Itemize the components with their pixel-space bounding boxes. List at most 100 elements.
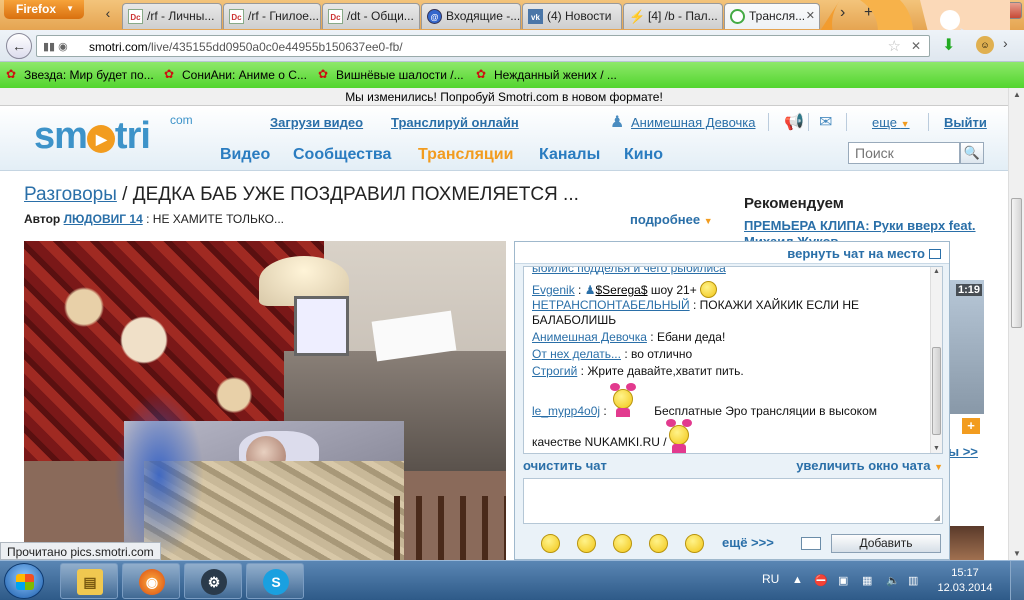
- search-icon[interactable]: 🔍: [960, 142, 984, 164]
- site-identity-icon[interactable]: ▮▮ ◉: [43, 40, 68, 53]
- tab-vk-news[interactable]: vk (4) Новости: [522, 3, 622, 29]
- system-clock[interactable]: 15:17 12.03.2014: [930, 566, 1000, 596]
- bookmark-star-icon[interactable]: ☆: [888, 37, 901, 55]
- details-toggle[interactable]: подробнее ▼: [630, 212, 713, 227]
- device-icon[interactable]: ▦: [862, 574, 872, 587]
- recommend-more-link[interactable]: ы >>: [948, 444, 978, 459]
- url-bar[interactable]: ▮▮ ◉ smotri.com/live/435155dd0950a0c0e44…: [36, 35, 930, 57]
- username-link[interactable]: Анимешная Девочка: [631, 115, 755, 130]
- user-profile-icon: ♟: [610, 114, 625, 131]
- bookmark-item[interactable]: ✿ Вишнёвые шалости /...: [318, 67, 464, 82]
- clipboard-icon[interactable]: ▣: [838, 574, 848, 587]
- live-video-player[interactable]: [24, 241, 506, 560]
- bookmark-item[interactable]: ✿ Нежданный жених / ...: [476, 67, 617, 82]
- show-hidden-icons-icon[interactable]: ▲: [792, 574, 803, 586]
- nav-cinema[interactable]: Кино: [624, 146, 663, 164]
- search-input[interactable]: [848, 142, 960, 164]
- folder-icon: ▤: [77, 569, 103, 595]
- recommend-link[interactable]: ПРЕМЬЕРА КЛИПА: Руки вверх feat. Михаил …: [744, 218, 994, 242]
- chat-message-text: во отлично: [631, 347, 693, 361]
- nav-channels[interactable]: Каналы: [539, 146, 600, 164]
- taskbar-skype[interactable]: S: [246, 563, 304, 599]
- megaphone-icon[interactable]: 📢: [784, 112, 804, 132]
- chat-message-text: Бесплатные Эро трансляции в высоком: [654, 404, 877, 418]
- dc-favicon-icon: Dc: [128, 9, 143, 24]
- firefox-menu-button[interactable]: Firefox ▼: [4, 0, 84, 19]
- clear-chat-link[interactable]: очистить чат: [523, 458, 607, 473]
- smotri-logo[interactable]: sm ▶ tri com: [34, 113, 193, 158]
- tab-dt-general[interactable]: Dc /dt - Общи...: [322, 3, 420, 29]
- upload-video-link[interactable]: Загрузи видео: [270, 115, 363, 130]
- bookmark-item[interactable]: ✿ Звезда: Мир будет по...: [6, 67, 154, 82]
- nav-communities[interactable]: Сообщества: [293, 146, 391, 164]
- chat-username[interactable]: Анимешная Девочка: [532, 330, 647, 344]
- page-scrollbar[interactable]: ▲ ▼: [1008, 88, 1024, 560]
- start-button[interactable]: [4, 563, 44, 599]
- taskbar-explorer[interactable]: ▤: [60, 563, 118, 599]
- recommend-thumbnail[interactable]: 1:19: [948, 280, 984, 414]
- chat-username[interactable]: От нех делать...: [532, 347, 621, 361]
- scroll-down-icon[interactable]: ▼: [933, 445, 940, 452]
- toolbar-overflow-icon[interactable]: ›: [1003, 35, 1008, 51]
- chat-username[interactable]: Evgenik: [532, 283, 575, 297]
- scroll-up-icon[interactable]: ▲: [933, 268, 940, 275]
- smiley-cool-icon[interactable]: [541, 534, 560, 553]
- scrollbar-thumb[interactable]: [1011, 198, 1022, 328]
- broadcast-online-link[interactable]: Транслируй онлайн: [391, 115, 519, 130]
- chat-log[interactable]: ыбилис подделья и чего рыбилиса Evgenik …: [523, 266, 943, 454]
- page-title: Разговоры / ДЕДКА БАБ УЖЕ ПОЗДРАВИЛ ПОХМ…: [24, 184, 579, 206]
- resize-grip-icon[interactable]: ◢: [934, 513, 940, 522]
- chat-username[interactable]: НЕТРАНСПОНТАБЕЛЬНЫЙ: [532, 298, 690, 312]
- restore-chat-button[interactable]: вернуть чат на место: [787, 246, 941, 261]
- add-message-button[interactable]: Добавить: [831, 534, 941, 553]
- category-link[interactable]: Разговоры: [24, 184, 117, 205]
- taskbar-steam[interactable]: ⚙: [184, 563, 242, 599]
- tab-b-board[interactable]: ⚡ [4] /b - Пал...: [623, 3, 723, 29]
- logout-link[interactable]: Выйти: [944, 115, 987, 130]
- back-arrow-icon[interactable]: ←: [6, 33, 32, 59]
- more-menu-link[interactable]: еще ▼: [872, 115, 910, 130]
- network-icon[interactable]: ▥: [908, 574, 918, 587]
- download-arrow-icon[interactable]: ⬇: [942, 35, 955, 55]
- tab-scroll-left-button[interactable]: ‹: [100, 5, 116, 25]
- more-smileys-link[interactable]: ещё >>>: [722, 535, 774, 550]
- chat-scrollbar[interactable]: ▲ ▼: [930, 267, 942, 453]
- network-warning-icon[interactable]: ⛔: [814, 574, 828, 587]
- nav-broadcasts[interactable]: Трансляции: [418, 146, 513, 164]
- smiley-icon: [700, 281, 718, 298]
- scrollbar-thumb[interactable]: [932, 347, 941, 435]
- smiley-tongue-icon[interactable]: [613, 534, 632, 553]
- input-language[interactable]: RU: [762, 572, 779, 586]
- chat-username[interactable]: Строгий: [532, 364, 577, 378]
- author-line: Автор ЛЮДОВИГ 14 : НЕ ХАМИТЕ ТОЛЬКО...: [24, 212, 284, 226]
- smiley-happy-icon[interactable]: [649, 534, 668, 553]
- scroll-down-icon[interactable]: ▼: [1013, 549, 1021, 558]
- addon-face-icon[interactable]: ☺: [976, 36, 994, 54]
- chat-mention[interactable]: $Serega$: [595, 283, 647, 297]
- text-color-picker[interactable]: [801, 537, 821, 550]
- smiley-sad-icon[interactable]: [577, 534, 596, 553]
- show-desktop-button[interactable]: [1010, 561, 1024, 600]
- firefox-menu-label: Firefox: [16, 2, 57, 16]
- chevron-down-icon: ▼: [934, 462, 943, 472]
- bookmark-item[interactable]: ✿ СониАни: Аниме о С...: [164, 67, 307, 82]
- stop-loading-icon[interactable]: ✕: [911, 39, 921, 53]
- recommend-thumbnail[interactable]: [948, 526, 984, 560]
- taskbar-firefox[interactable]: ◉: [122, 563, 180, 599]
- chat-separator: :: [689, 298, 700, 312]
- smiley-surprised-icon[interactable]: [685, 534, 704, 553]
- enlarge-chat-link[interactable]: увеличить окно чата ▼: [796, 458, 943, 473]
- chat-message-input[interactable]: ◢: [523, 478, 943, 524]
- tab-rf-personal[interactable]: Dc /rf - Личны...: [122, 3, 222, 29]
- chat-message-text: ыбилис подделья и чего рыбилиса: [532, 266, 726, 275]
- nav-video[interactable]: Видео: [220, 146, 270, 164]
- tab-rf-rotten[interactable]: Dc /rf - Гнилое...: [223, 3, 321, 29]
- promo-banner[interactable]: Мы изменились! Попробуй Smotri.com в нов…: [0, 88, 1008, 106]
- volume-icon[interactable]: 🔈: [886, 574, 900, 587]
- scroll-up-icon[interactable]: ▲: [1013, 90, 1021, 99]
- add-plus-icon[interactable]: +: [962, 418, 980, 434]
- tab-inbox[interactable]: @ Входящие -...: [421, 3, 521, 29]
- chat-username[interactable]: le_mypp4o0j: [532, 404, 600, 418]
- author-link[interactable]: ЛЮДОВИГ 14: [64, 212, 143, 226]
- mail-envelope-icon[interactable]: ✉: [819, 112, 832, 132]
